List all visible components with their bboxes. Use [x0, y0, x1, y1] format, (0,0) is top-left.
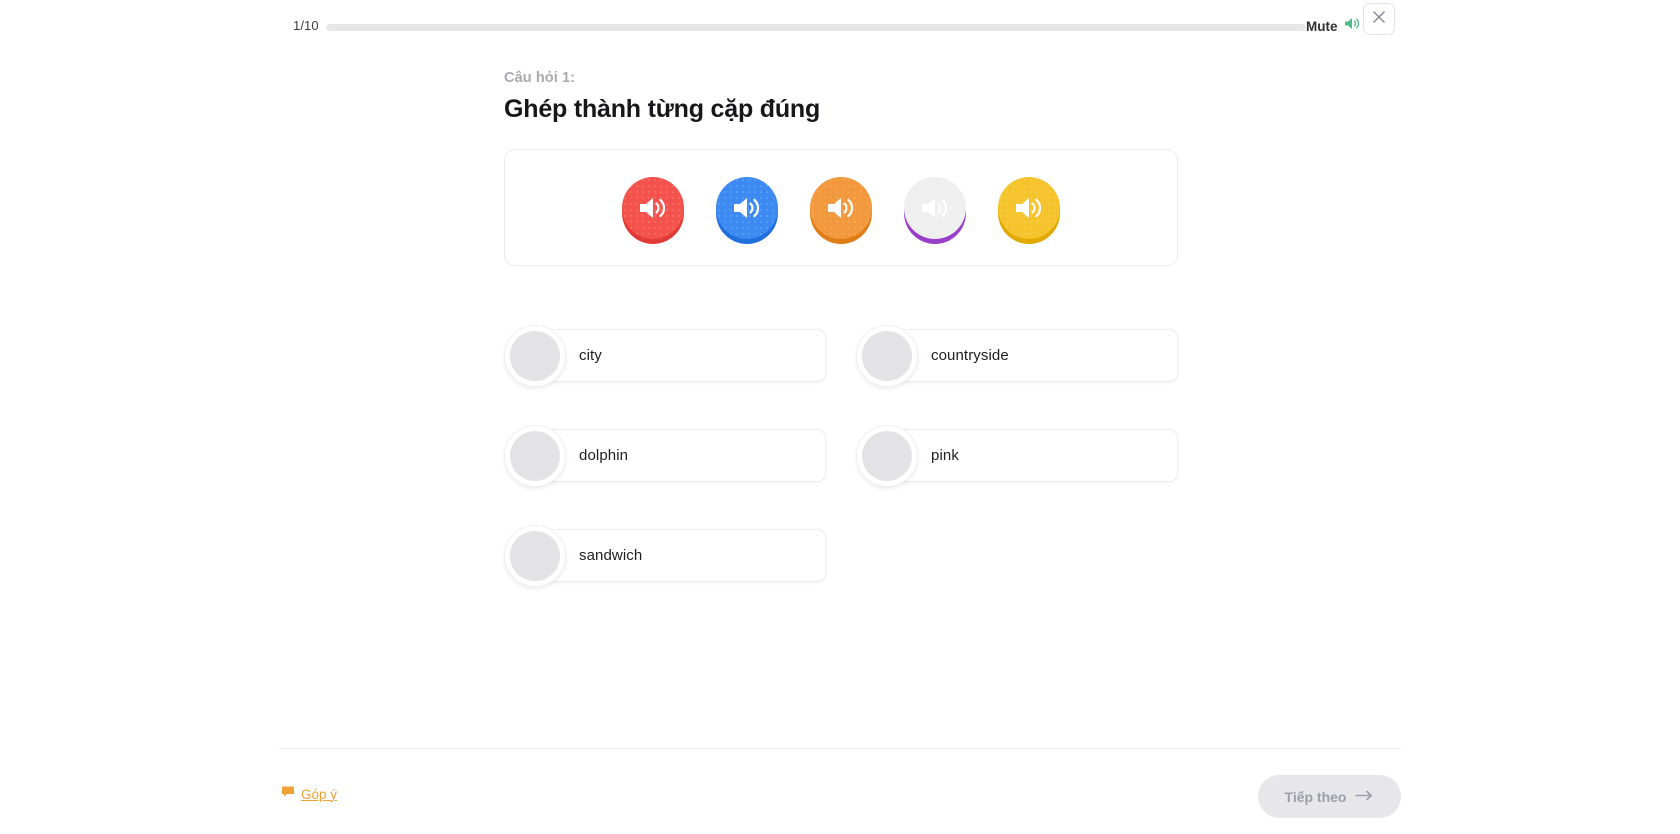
drop-zone-placeholder: [862, 331, 912, 381]
drop-zone-dolphin[interactable]: [504, 425, 566, 487]
audio-button-3[interactable]: [810, 176, 872, 239]
match-card-countryside[interactable]: countryside: [894, 329, 1178, 382]
close-icon: [1372, 10, 1386, 29]
page-title: Ghép thành từng cặp đúng: [504, 95, 821, 123]
drop-zone-placeholder: [510, 331, 560, 381]
arrow-right-icon: [1355, 789, 1374, 804]
match-row: city countryside: [504, 325, 1178, 393]
match-card-sandwich[interactable]: sandwich: [542, 529, 826, 582]
audio-button-1[interactable]: [622, 176, 684, 239]
footer-divider: [279, 748, 1401, 749]
match-row: sandwich: [504, 525, 1178, 593]
feedback-label: Góp ý: [301, 786, 338, 802]
match-word-label: pink: [931, 447, 959, 464]
audio-buttons-panel: [504, 149, 1178, 266]
top-bar: 1/10 Mute: [0, 0, 1680, 48]
progress-counter: 1/10: [293, 18, 319, 33]
speech-bubble-icon: [281, 785, 295, 803]
match-card-city[interactable]: city: [542, 329, 826, 382]
mute-label: Mute: [1306, 18, 1338, 34]
audio-button-5[interactable]: [998, 176, 1060, 239]
match-item-pink: pink: [856, 425, 1178, 493]
match-item-dolphin: dolphin: [504, 425, 826, 493]
drop-zone-pink[interactable]: [856, 425, 918, 487]
next-button-label: Tiếp theo: [1284, 788, 1347, 805]
match-item-city: city: [504, 325, 826, 393]
progress-bar: [326, 24, 1306, 31]
match-card-pink[interactable]: pink: [894, 429, 1178, 482]
question-section: Câu hỏi 1: Ghép thành từng cặp đúng: [504, 70, 1178, 266]
close-button[interactable]: [1363, 3, 1395, 35]
quiz-page: 1/10 Mute Câu hỏi 1: Ghép thành từng cặp…: [0, 0, 1680, 834]
match-word-label: dolphin: [579, 447, 629, 464]
audio-button-2[interactable]: [716, 176, 778, 239]
match-grid: city countryside dolphin pink sandwich: [504, 325, 1178, 625]
drop-zone-countryside[interactable]: [856, 325, 918, 387]
match-word-label: countryside: [931, 347, 1009, 364]
question-label: Câu hỏi 1:: [504, 70, 576, 86]
audio-button-4[interactable]: [904, 176, 966, 239]
drop-zone-placeholder: [510, 431, 560, 481]
match-card-dolphin[interactable]: dolphin: [542, 429, 826, 482]
drop-zone-sandwich[interactable]: [504, 525, 566, 587]
drop-zone-placeholder: [862, 431, 912, 481]
drop-zone-city[interactable]: [504, 325, 566, 387]
match-word-label: sandwich: [579, 547, 643, 564]
match-row: dolphin pink: [504, 425, 1178, 493]
match-item-countryside: countryside: [856, 325, 1178, 393]
speaker-on-icon: [1344, 16, 1361, 36]
match-word-label: city: [579, 347, 602, 364]
next-button[interactable]: Tiếp theo: [1258, 775, 1401, 818]
match-item-sandwich: sandwich: [504, 525, 826, 593]
feedback-link[interactable]: Góp ý: [281, 785, 337, 803]
drop-zone-placeholder: [510, 531, 560, 581]
mute-toggle[interactable]: Mute: [1306, 16, 1361, 36]
